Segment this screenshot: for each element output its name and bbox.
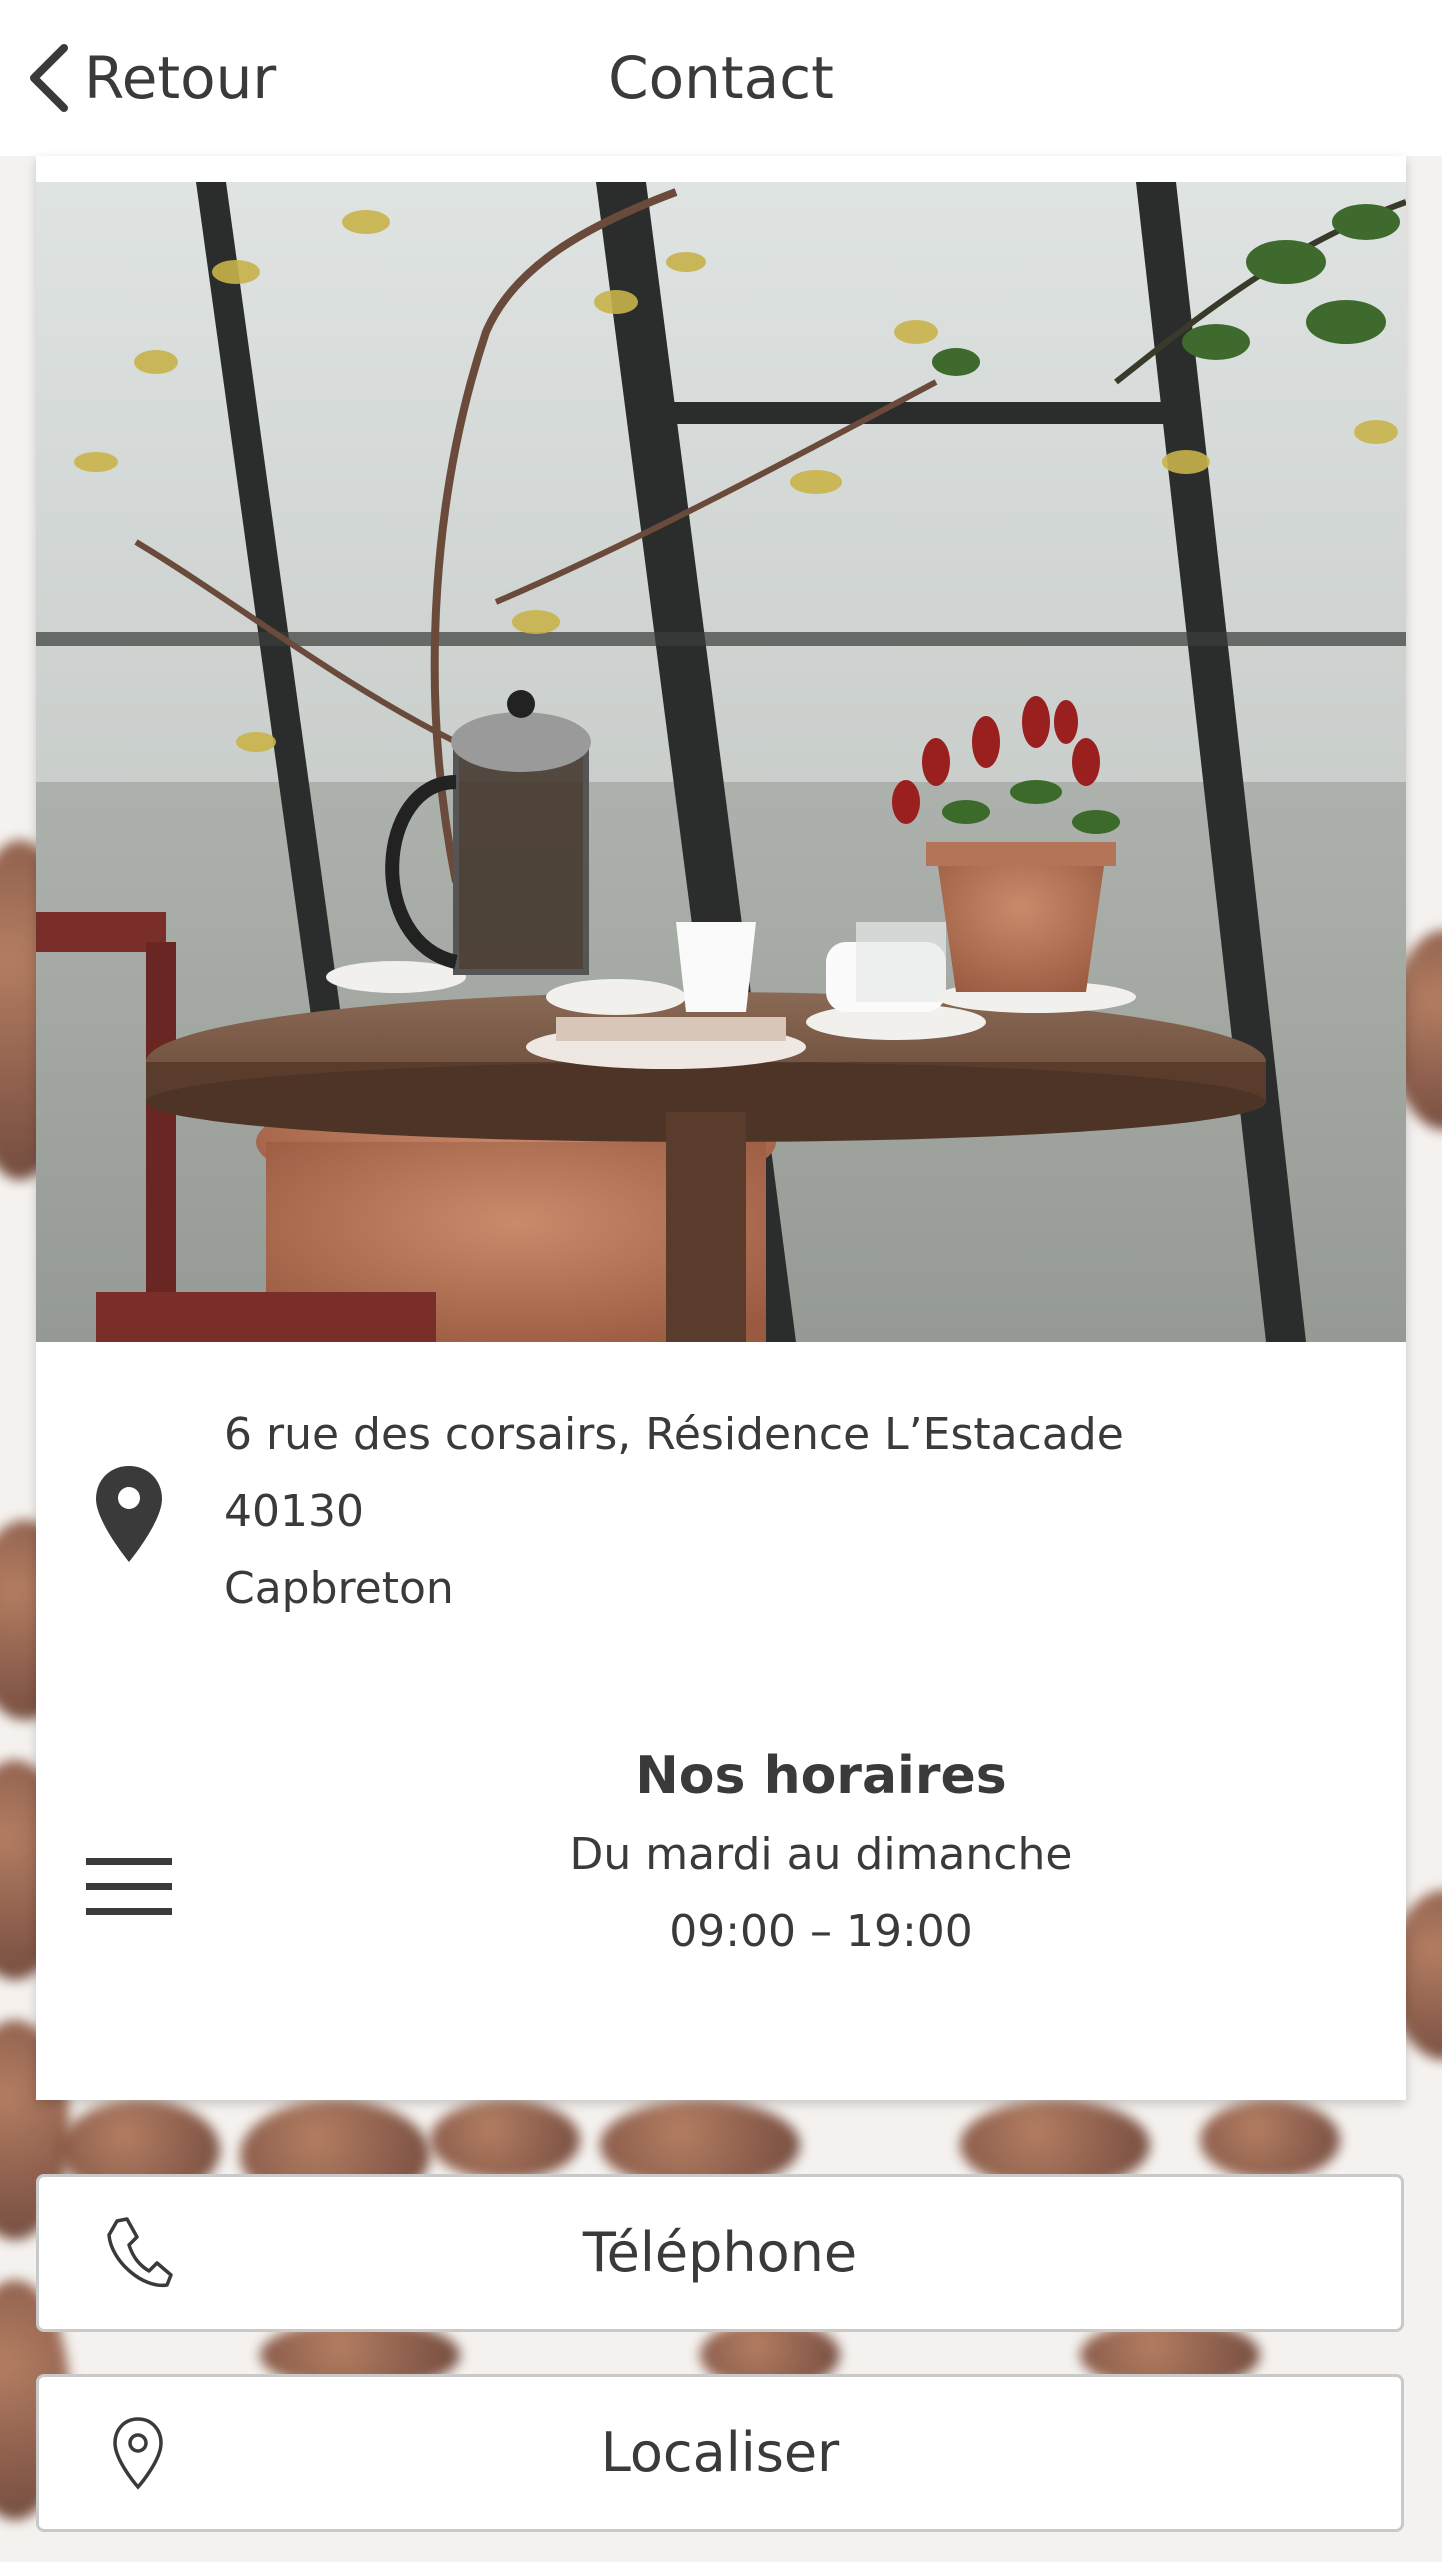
hours-title: Nos horaires <box>635 1746 1007 1806</box>
address-line-postcode: 40130 <box>224 1486 364 1537</box>
cafe-photo <box>36 182 1406 1342</box>
top-bar: Retour Contact <box>0 0 1442 156</box>
address-line-street: 6 rue des corsairs, Résidence L’Estacade <box>224 1409 1124 1460</box>
address-line-city: Capbreton <box>224 1563 454 1614</box>
contact-card: 6 rue des corsairs, Résidence L’Estacade… <box>36 156 1406 2100</box>
address-block: 6 rue des corsairs, Résidence L’Estacade… <box>224 1396 1124 1627</box>
map-pin-icon <box>96 1466 162 1562</box>
locate-button[interactable]: Localiser <box>36 2374 1404 2532</box>
opening-hours: Nos horaires Du mardi au dimanche 09:00 … <box>336 1736 1306 1970</box>
hours-times: 09:00 – 19:00 <box>669 1906 973 1957</box>
locate-label: Localiser <box>600 2421 840 2484</box>
phone-button[interactable]: Téléphone <box>36 2174 1404 2332</box>
menu-lines-icon <box>86 1858 172 1915</box>
hours-days: Du mardi au dimanche <box>569 1829 1073 1880</box>
phone-label: Téléphone <box>582 2221 858 2284</box>
page-title: Contact <box>608 44 834 112</box>
